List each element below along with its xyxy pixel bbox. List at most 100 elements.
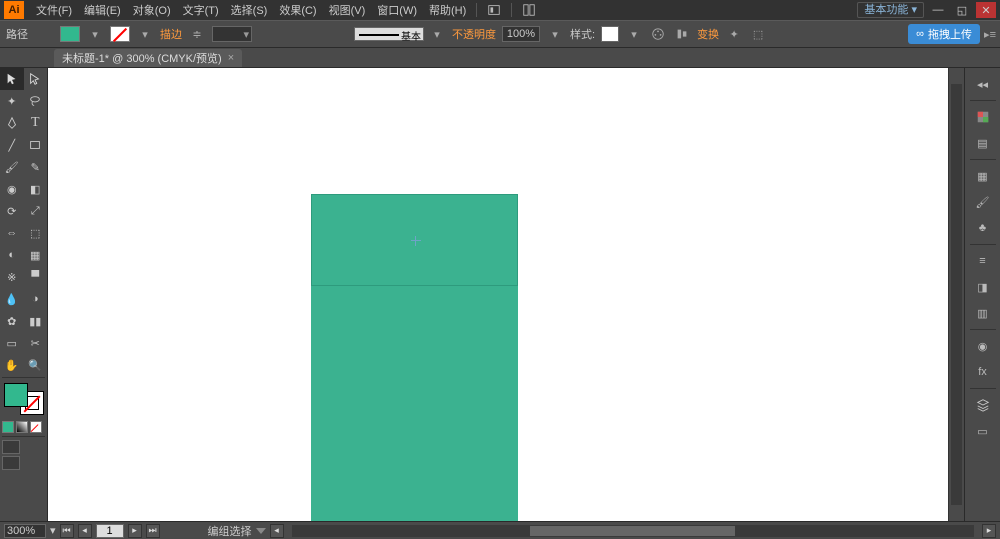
chevron-down-icon[interactable]: ▾	[546, 25, 564, 43]
close-tab-icon[interactable]: ×	[228, 52, 234, 64]
layers-panel-icon[interactable]	[970, 393, 996, 417]
menu-object[interactable]: 对象(O)	[127, 0, 177, 20]
cloud-upload-button[interactable]: ∞ 拖拽上传	[908, 24, 980, 44]
vertical-scrollbar[interactable]	[948, 68, 964, 521]
next-artboard-button[interactable]: ▸	[128, 524, 142, 538]
pencil-tool[interactable]: ✎	[24, 156, 48, 178]
artboards-panel-icon[interactable]: ▭	[970, 419, 996, 443]
chevron-down-icon[interactable]: ▾	[136, 25, 154, 43]
artboard-number-field[interactable]: 1	[96, 524, 124, 538]
shape-trapezoid[interactable]	[311, 286, 518, 521]
expand-dock-icon[interactable]: ◂◂	[970, 72, 996, 96]
brushes-panel-icon[interactable]: 🖌	[970, 190, 996, 214]
selection-tool[interactable]	[0, 68, 24, 90]
paintbrush-tool[interactable]: 🖌	[0, 156, 24, 178]
blend-tool[interactable]: ◑	[24, 288, 48, 310]
width-tool[interactable]: ⇔	[0, 222, 24, 244]
arrange-doc-icon[interactable]	[520, 1, 538, 19]
menu-file[interactable]: 文件(F)	[30, 0, 78, 20]
shape-builder-tool[interactable]: ◐	[0, 244, 24, 266]
menu-help[interactable]: 帮助(H)	[423, 0, 472, 20]
zoom-tool[interactable]: 🔍	[24, 354, 48, 376]
close-button[interactable]: ✕	[976, 2, 996, 18]
chevron-down-icon[interactable]: ▾	[50, 524, 56, 537]
direct-selection-tool[interactable]	[24, 68, 48, 90]
mesh-tool[interactable]: ※	[0, 266, 24, 288]
chevron-down-icon[interactable]: ▾	[625, 25, 643, 43]
pen-tool[interactable]	[0, 112, 24, 134]
stroke-weight-field[interactable]: ▾	[212, 26, 252, 42]
maximize-button[interactable]: ◱	[952, 2, 972, 18]
menu-effect[interactable]: 效果(C)	[273, 0, 322, 20]
recolor-icon[interactable]	[649, 25, 667, 43]
menu-select[interactable]: 选择(S)	[225, 0, 274, 20]
hscroll-right-button[interactable]: ▸	[982, 524, 996, 538]
menu-view[interactable]: 视图(V)	[323, 0, 372, 20]
draw-behind-button[interactable]	[2, 456, 20, 470]
menu-type[interactable]: 文字(T)	[177, 0, 225, 20]
chevron-down-icon[interactable]: ▾	[86, 25, 104, 43]
control-menu-icon[interactable]: ▸≡	[984, 28, 996, 41]
style-swatch[interactable]	[601, 26, 619, 42]
stroke-swatch[interactable]	[110, 26, 130, 42]
transparency-panel-icon[interactable]: ▥	[970, 301, 996, 325]
gradient-mode-button[interactable]	[16, 421, 28, 433]
menu-window[interactable]: 窗口(W)	[371, 0, 423, 20]
rectangle-tool[interactable]	[24, 134, 48, 156]
stroke-label[interactable]: 描边	[160, 26, 182, 42]
fill-swatch[interactable]	[60, 26, 80, 42]
draw-normal-button[interactable]	[2, 440, 20, 454]
menu-edit[interactable]: 编辑(E)	[78, 0, 127, 20]
rotate-tool[interactable]: ⟳	[0, 200, 24, 222]
appearance-panel-icon[interactable]: ◉	[970, 334, 996, 358]
none-mode-button[interactable]	[30, 421, 42, 433]
document-tab[interactable]: 未标题-1* @ 300% (CMYK/预览) ×	[54, 49, 242, 67]
opacity-field[interactable]: 100%	[502, 26, 540, 42]
free-transform-tool[interactable]: ⬚	[24, 222, 48, 244]
horizontal-scrollbar[interactable]	[292, 525, 974, 537]
swatches-panel-icon[interactable]: ▦	[970, 164, 996, 188]
hand-tool[interactable]: ✋	[0, 354, 24, 376]
symbol-sprayer-tool[interactable]: ✿	[0, 310, 24, 332]
first-artboard-button[interactable]: ⏮	[60, 524, 74, 538]
zoom-field[interactable]: 300%	[4, 524, 46, 538]
fill-indicator[interactable]	[4, 383, 28, 407]
symbols-panel-icon[interactable]: ♣	[970, 216, 996, 240]
type-tool[interactable]: T	[24, 112, 48, 134]
status-menu-icon[interactable]	[256, 528, 266, 534]
perspective-tool[interactable]: ▦	[24, 244, 48, 266]
stroke-panel-icon[interactable]: ≡	[970, 249, 996, 273]
opacity-label[interactable]: 不透明度	[452, 26, 496, 42]
eyedropper-tool[interactable]: 💧	[0, 288, 24, 310]
gradient-panel-icon[interactable]: ◨	[970, 275, 996, 299]
scale-tool[interactable]: ⤢	[24, 200, 48, 222]
fill-stroke-indicator[interactable]	[2, 381, 46, 417]
color-panel-icon[interactable]	[970, 105, 996, 129]
isolate-icon[interactable]: ✦	[725, 25, 743, 43]
eraser-tool[interactable]: ◧	[24, 178, 48, 200]
clip-icon[interactable]: ⬚	[749, 25, 767, 43]
workspace-switcher[interactable]: 基本功能 ▾	[857, 2, 924, 18]
brush-selector[interactable]: ▾	[354, 25, 446, 43]
bridge-icon[interactable]	[485, 1, 503, 19]
stroke-weight-stepper[interactable]: ≑	[188, 25, 206, 43]
align-icon[interactable]	[673, 25, 691, 43]
color-guide-panel-icon[interactable]: ▤	[970, 131, 996, 155]
hscroll-left-button[interactable]: ◂	[270, 524, 284, 538]
prev-artboard-button[interactable]: ◂	[78, 524, 92, 538]
gradient-tool[interactable]: ▀	[24, 266, 48, 288]
chevron-down-icon[interactable]: ▾	[428, 25, 446, 43]
transform-label[interactable]: 变换	[697, 26, 719, 42]
slice-tool[interactable]: ✂	[24, 332, 48, 354]
lasso-tool[interactable]	[24, 90, 48, 112]
artboard-tool[interactable]: ▭	[0, 332, 24, 354]
artboard[interactable]	[48, 68, 964, 521]
column-graph-tool[interactable]: ▮▮	[24, 310, 48, 332]
minimize-button[interactable]: —	[928, 2, 948, 18]
blob-brush-tool[interactable]: ◉	[0, 178, 24, 200]
magic-wand-tool[interactable]: ✦	[0, 90, 24, 112]
graphic-styles-panel-icon[interactable]: fx	[970, 360, 996, 384]
last-artboard-button[interactable]: ⏭	[146, 524, 160, 538]
color-mode-button[interactable]	[2, 421, 14, 433]
line-tool[interactable]: ╱	[0, 134, 24, 156]
